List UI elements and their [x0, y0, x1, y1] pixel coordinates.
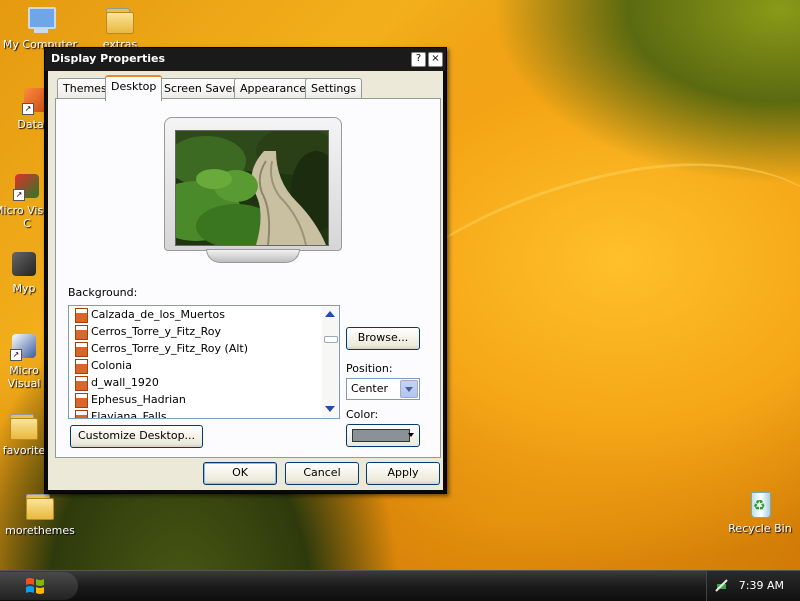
windows-logo-icon: [26, 578, 44, 594]
folder-icon: [24, 490, 56, 522]
image-file-icon: [75, 342, 88, 357]
desktop-icon-recycle-bin[interactable]: ♻ Recycle Bin: [720, 488, 800, 535]
tab-screen-saver[interactable]: Screen Saver: [158, 78, 243, 99]
desktop-icon-my-computer[interactable]: My Computer: [0, 4, 80, 51]
display-properties-window: Display Properties ? × Themes Desktop Sc…: [44, 47, 447, 494]
scroll-thumb[interactable]: [324, 336, 338, 343]
chevron-down-icon[interactable]: [400, 380, 418, 398]
folder-icon: [104, 4, 136, 36]
list-item[interactable]: Ephesus_Hadrian: [69, 391, 339, 408]
forest-path-image: [176, 131, 328, 245]
image-file-icon: [75, 410, 88, 418]
cancel-button[interactable]: Cancel: [285, 462, 359, 485]
dialog-client-area: Themes Desktop Screen Saver Appearance S…: [48, 71, 443, 490]
position-value: Center: [351, 382, 389, 395]
tab-appearance[interactable]: Appearance: [234, 78, 313, 99]
image-file-icon: [75, 393, 88, 408]
list-item[interactable]: Flaviana_Falls: [69, 408, 339, 419]
tab-desktop[interactable]: Desktop: [105, 75, 163, 101]
clock[interactable]: 7:39 AM: [739, 579, 784, 592]
color-swatch: [352, 429, 410, 442]
computer-icon: [24, 4, 56, 36]
help-button[interactable]: ?: [411, 52, 426, 67]
desktop-icon-morethemes[interactable]: morethemes: [0, 490, 80, 537]
color-picker-button[interactable]: [346, 424, 420, 447]
tab-settings[interactable]: Settings: [305, 78, 363, 99]
folder-icon: [8, 410, 40, 442]
list-item[interactable]: Calzada_de_los_Muertos: [69, 306, 339, 323]
list-item-label: Colonia: [91, 359, 132, 372]
image-file-icon: [75, 359, 88, 374]
ok-button[interactable]: OK: [203, 462, 277, 485]
image-file-icon: [75, 325, 88, 340]
list-item[interactable]: d_wall_1920: [69, 374, 339, 391]
desktop-icon-label: Recycle Bin: [728, 522, 792, 535]
start-button[interactable]: [0, 572, 78, 600]
browse-button[interactable]: Browse...: [346, 327, 420, 350]
desktop-icon-extras[interactable]: extras: [80, 4, 160, 51]
dropdown-arrow-icon: [408, 433, 414, 437]
image-file-icon: [75, 308, 88, 323]
list-item-label: Cerros_Torre_y_Fitz_Roy: [91, 325, 222, 338]
desktop-tab-panel: Background: Calzada_de_los_Muertos Cerro…: [55, 98, 441, 458]
window-title: Display Properties: [51, 52, 166, 65]
taskbar: 7:39 AM: [0, 570, 800, 601]
app-shortcut-icon: ↗: [8, 330, 40, 362]
list-item-label: d_wall_1920: [91, 376, 159, 389]
title-bar[interactable]: Display Properties ? ×: [45, 48, 446, 71]
close-button[interactable]: ×: [428, 52, 443, 67]
scroll-up-arrow-icon[interactable]: [325, 311, 335, 317]
list-item-label: Ephesus_Hadrian: [91, 393, 186, 406]
background-listbox[interactable]: Calzada_de_los_Muertos Cerros_Torre_y_Fi…: [68, 305, 340, 419]
apply-button[interactable]: Apply: [366, 462, 440, 485]
list-item[interactable]: Colonia: [69, 357, 339, 374]
system-tray: 7:39 AM: [706, 571, 800, 601]
list-item[interactable]: Cerros_Torre_y_Fitz_Roy: [69, 323, 339, 340]
list-item[interactable]: Cerros_Torre_y_Fitz_Roy (Alt): [69, 340, 339, 357]
app-shortcut-icon: [8, 248, 40, 280]
monitor-preview: [164, 117, 342, 251]
wallpaper-preview-image: [175, 130, 329, 246]
vertical-scrollbar[interactable]: [322, 306, 339, 418]
desktop-icon-label: morethemes: [5, 524, 75, 537]
list-item-label: Calzada_de_los_Muertos: [91, 308, 226, 321]
position-label: Position:: [346, 362, 393, 375]
color-label: Color:: [346, 408, 379, 421]
customize-desktop-button[interactable]: Customize Desktop...: [70, 425, 203, 448]
list-item-label: Cerros_Torre_y_Fitz_Roy (Alt): [91, 342, 249, 355]
background-label: Background:: [68, 286, 138, 299]
recycle-bin-icon: ♻: [744, 488, 776, 520]
image-file-icon: [75, 376, 88, 391]
safely-remove-hardware-icon[interactable]: [715, 579, 729, 593]
position-select[interactable]: Center: [346, 378, 420, 400]
monitor-stand: [206, 249, 300, 263]
list-item-label: Flaviana_Falls: [91, 410, 167, 419]
scroll-down-arrow-icon[interactable]: [325, 406, 335, 412]
app-shortcut-icon: ↗: [11, 170, 43, 202]
